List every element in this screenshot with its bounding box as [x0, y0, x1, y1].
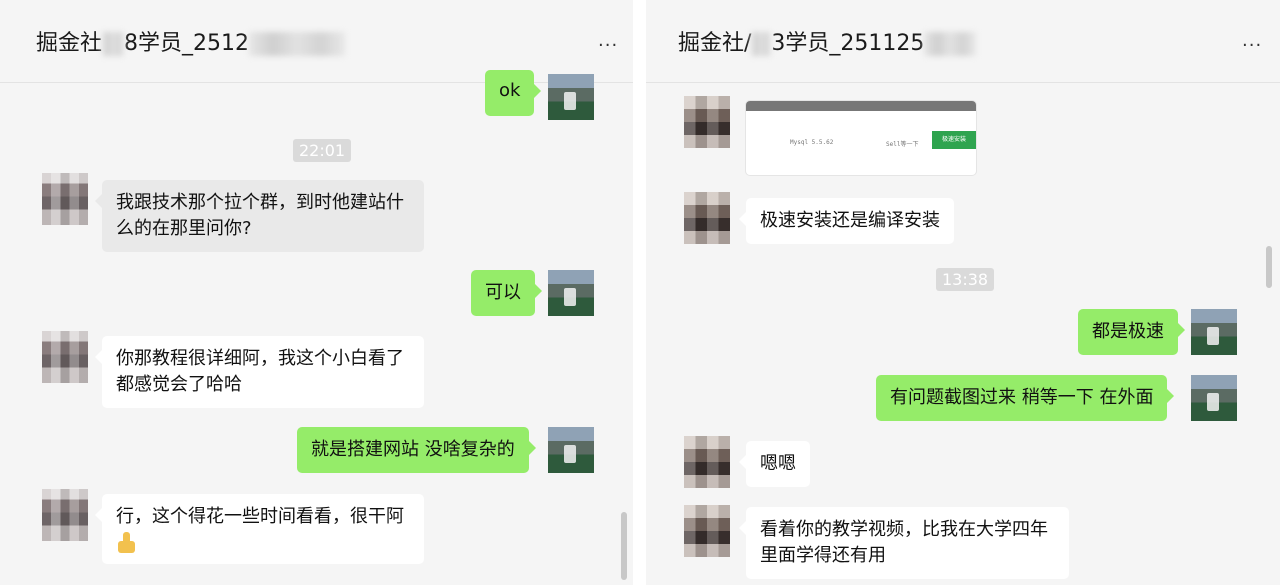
screenshot-text: Mysql 5.5.62: [790, 139, 834, 146]
chat-title-left-prefix: 掘金社: [36, 31, 103, 56]
more-icon[interactable]: ...: [1242, 30, 1262, 51]
blurred-name-right-1: [751, 32, 772, 56]
message-line: 里面学得还有用: [760, 545, 886, 566]
avatar-contact[interactable]: [42, 173, 88, 225]
more-icon[interactable]: ...: [598, 30, 618, 51]
avatar-contact[interactable]: [42, 489, 88, 541]
chat-panel-right: 掘金社/3学员_251125 ... 13:38: [646, 0, 1280, 585]
message-received[interactable]: 看着你的教学视频，比我在大学四年 里面学得还有用: [739, 507, 1069, 579]
avatar-self[interactable]: [548, 74, 594, 120]
chat-header-right: 掘金社/3学员_251125 ...: [646, 0, 1280, 83]
chat-panel-left: 掘金社 8学员_2512 ... ok 22:01 我跟技术那个拉个群，到时他建站…: [0, 0, 633, 585]
timestamp: 22:01: [293, 139, 352, 162]
scrollbar-right[interactable]: [1266, 246, 1272, 288]
message-sent[interactable]: ok: [485, 70, 542, 116]
message-received[interactable]: 行，这个得花一些时间看看，很干阿: [95, 494, 424, 564]
message-line: 都感觉会了哈哈: [116, 374, 242, 395]
message-received[interactable]: 极速安装还是编译安装: [739, 198, 954, 244]
message-line: 我跟技术那个拉个群，到时他建站什: [116, 192, 404, 213]
chat-header-left: 掘金社 8学员_2512 ...: [0, 0, 633, 83]
avatar-contact[interactable]: [684, 96, 730, 148]
message-sent[interactable]: 就是搭建网站 没啥复杂的: [297, 427, 536, 473]
message-received[interactable]: 我跟技术那个拉个群，到时他建站什 么的在那里问你?: [95, 180, 424, 252]
message-line: 你那教程很详细阿，我这个小白看了: [116, 348, 404, 369]
avatar-self[interactable]: [548, 270, 594, 316]
message-received[interactable]: 嗯嗯: [739, 441, 810, 487]
message-line: 看着你的教学视频，比我在大学四年: [760, 519, 1048, 540]
thumbs-up-emoji: [116, 532, 138, 554]
timestamp: 13:38: [936, 268, 995, 291]
chat-title-right-prefix: 掘金社/: [678, 31, 752, 56]
message-line: 行，这个得花一些时间看看，很干阿: [116, 506, 404, 527]
chat-title-left: 掘金社 8学员_2512: [36, 25, 346, 57]
scrollbar-left[interactable]: [621, 512, 627, 580]
avatar-contact[interactable]: [684, 505, 730, 557]
message-sent[interactable]: 可以: [471, 270, 542, 316]
blurred-name-left-2: [249, 32, 346, 56]
image-message-screenshot[interactable]: Mysql 5.5.62 Sell等一下 极速安装: [746, 101, 976, 175]
avatar-self[interactable]: [548, 427, 594, 473]
avatar-contact[interactable]: [42, 331, 88, 383]
screenshot-titlebar: [746, 101, 976, 111]
blurred-name-right-2: [924, 32, 977, 56]
message-sent[interactable]: 都是极速: [1078, 309, 1185, 355]
chat-title-right-suffix: 3学员_251125: [771, 31, 925, 56]
message-sent[interactable]: 有问题截图过来 稍等一下 在外面: [876, 375, 1175, 421]
avatar-contact[interactable]: [684, 436, 730, 488]
screenshot-text: Sell等一下: [886, 141, 919, 148]
avatar-contact[interactable]: [684, 192, 730, 244]
screenshot-button: 极速安装: [932, 131, 976, 149]
message-line: 么的在那里问你?: [116, 218, 252, 239]
message-received[interactable]: 你那教程很详细阿，我这个小白看了 都感觉会了哈哈: [95, 336, 424, 408]
avatar-self[interactable]: [1191, 375, 1237, 421]
chat-title-right: 掘金社/3学员_251125: [678, 25, 977, 57]
chat-title-left-suffix: 8学员_2512: [124, 31, 250, 56]
blurred-name-left-1: [102, 32, 125, 56]
avatar-self[interactable]: [1191, 309, 1237, 355]
